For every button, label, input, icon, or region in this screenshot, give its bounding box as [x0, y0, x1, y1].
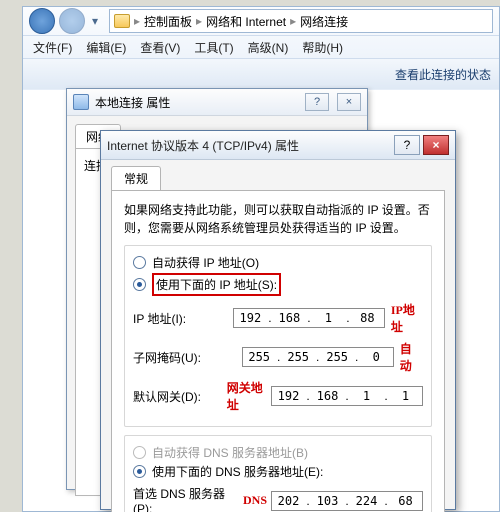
ipv4-help-button[interactable]: ? — [394, 135, 420, 155]
ipv4-description: 如果网络支持此功能，则可以获取自动指派的 IP 设置。否则，您需要从网络系统管理… — [124, 201, 432, 237]
gw-row: 默认网关(D): 网关地址 192. 168. 1. 1 — [133, 379, 423, 413]
crumb-1[interactable]: 控制面板 — [144, 13, 192, 30]
mask-label: 子网掩码(U): — [133, 349, 242, 366]
radio-on-icon — [133, 465, 146, 478]
ipv4-tab-content: 如果网络支持此功能，则可以获取自动指派的 IP 设置。否则，您需要从网络系统管理… — [111, 190, 445, 512]
use-ip-label: 使用下面的 IP 地址(S): — [152, 273, 281, 296]
ipv4-tab-general[interactable]: 常规 — [111, 166, 161, 190]
auto-ip-option[interactable]: 自动获得 IP 地址(O) — [133, 254, 423, 271]
menu-help[interactable]: 帮助(H) — [302, 39, 343, 56]
conn-titlebar: 本地连接 属性 — [67, 89, 367, 116]
use-ip-option[interactable]: 使用下面的 IP 地址(S): — [133, 273, 423, 296]
ip-group: 自动获得 IP 地址(O) 使用下面的 IP 地址(S): IP 地址(I): … — [124, 245, 432, 427]
ipv4-close-button[interactable]: × — [423, 135, 449, 155]
radio-disabled-icon — [133, 446, 146, 459]
menu-tools[interactable]: 工具(T) — [194, 39, 233, 56]
ipv4-properties-dialog: Internet 协议版本 4 (TCP/IPv4) 属性 ? × 常规 如果网… — [100, 130, 456, 510]
menu-bar: 文件(F) 编辑(E) 查看(V) 工具(T) 高级(N) 帮助(H) — [23, 36, 499, 59]
ipv4-titlebar: Internet 协议版本 4 (TCP/IPv4) 属性 ? × — [101, 131, 455, 160]
crumb-sep: ▸ — [134, 14, 140, 28]
toolbar-hint[interactable]: 查看此连接的状态 — [395, 66, 491, 83]
menu-view[interactable]: 查看(V) — [140, 39, 180, 56]
conn-title: 本地连接 属性 — [95, 94, 170, 111]
ip-row: IP 地址(I): 192. 168. 1. 88 IP地址 — [133, 301, 423, 335]
gw-input[interactable]: 192. 168. 1. 1 — [271, 386, 423, 406]
conn-close-button[interactable] — [337, 93, 361, 111]
annotation-dns: DNS — [243, 493, 267, 508]
dns1-label: 首选 DNS 服务器(P): — [133, 485, 243, 512]
gw-label: 默认网关(D): — [133, 388, 227, 405]
dns1-row: 首选 DNS 服务器(P): DNS 202. 103. 224. 68 — [133, 485, 423, 512]
radio-on-icon — [133, 278, 146, 291]
network-icon — [73, 94, 89, 110]
conn-help-button[interactable] — [305, 93, 329, 111]
crumb-2[interactable]: 网络和 Internet — [206, 13, 286, 30]
explorer-window: ▾ ▸ 控制面板 ▸ 网络和 Internet ▸ 网络连接 文件(F) 编辑(… — [22, 6, 500, 92]
ip-input[interactable]: 192. 168. 1. 88 — [233, 308, 385, 328]
mask-row: 子网掩码(U): 255. 255. 255. 0 自动 — [133, 340, 423, 374]
radio-off-icon — [133, 256, 146, 269]
back-button[interactable] — [29, 8, 55, 34]
annotation-ip: IP地址 — [391, 301, 423, 335]
use-dns-option[interactable]: 使用下面的 DNS 服务器地址(E): — [133, 463, 423, 480]
folder-icon — [114, 14, 130, 28]
forward-button[interactable] — [59, 8, 85, 34]
dns1-input[interactable]: 202. 103. 224. 68 — [271, 491, 423, 511]
explorer-nav: ▾ ▸ 控制面板 ▸ 网络和 Internet ▸ 网络连接 — [23, 7, 499, 36]
crumb-sep: ▸ — [196, 14, 202, 28]
dns-group: 自动获得 DNS 服务器地址(B) 使用下面的 DNS 服务器地址(E): 首选… — [124, 435, 432, 512]
annotation-gw: 网关地址 — [227, 379, 267, 413]
history-dropdown-icon[interactable]: ▾ — [89, 10, 101, 32]
breadcrumb[interactable]: ▸ 控制面板 ▸ 网络和 Internet ▸ 网络连接 — [109, 9, 493, 33]
explorer-toolbar: 查看此连接的状态 — [23, 59, 499, 89]
auto-dns-option: 自动获得 DNS 服务器地址(B) — [133, 444, 423, 461]
auto-dns-label: 自动获得 DNS 服务器地址(B) — [152, 444, 308, 461]
auto-ip-label: 自动获得 IP 地址(O) — [152, 254, 259, 271]
crumb-sep: ▸ — [290, 14, 296, 28]
ip-label: IP 地址(I): — [133, 310, 233, 327]
menu-edit[interactable]: 编辑(E) — [86, 39, 126, 56]
use-dns-label: 使用下面的 DNS 服务器地址(E): — [152, 463, 323, 480]
menu-advanced[interactable]: 高级(N) — [248, 39, 289, 56]
ipv4-title: Internet 协议版本 4 (TCP/IPv4) 属性 — [107, 137, 299, 154]
menu-file[interactable]: 文件(F) — [33, 39, 72, 56]
annotation-auto: 自动 — [400, 340, 423, 374]
crumb-3[interactable]: 网络连接 — [300, 13, 348, 30]
mask-input[interactable]: 255. 255. 255. 0 — [242, 347, 394, 367]
